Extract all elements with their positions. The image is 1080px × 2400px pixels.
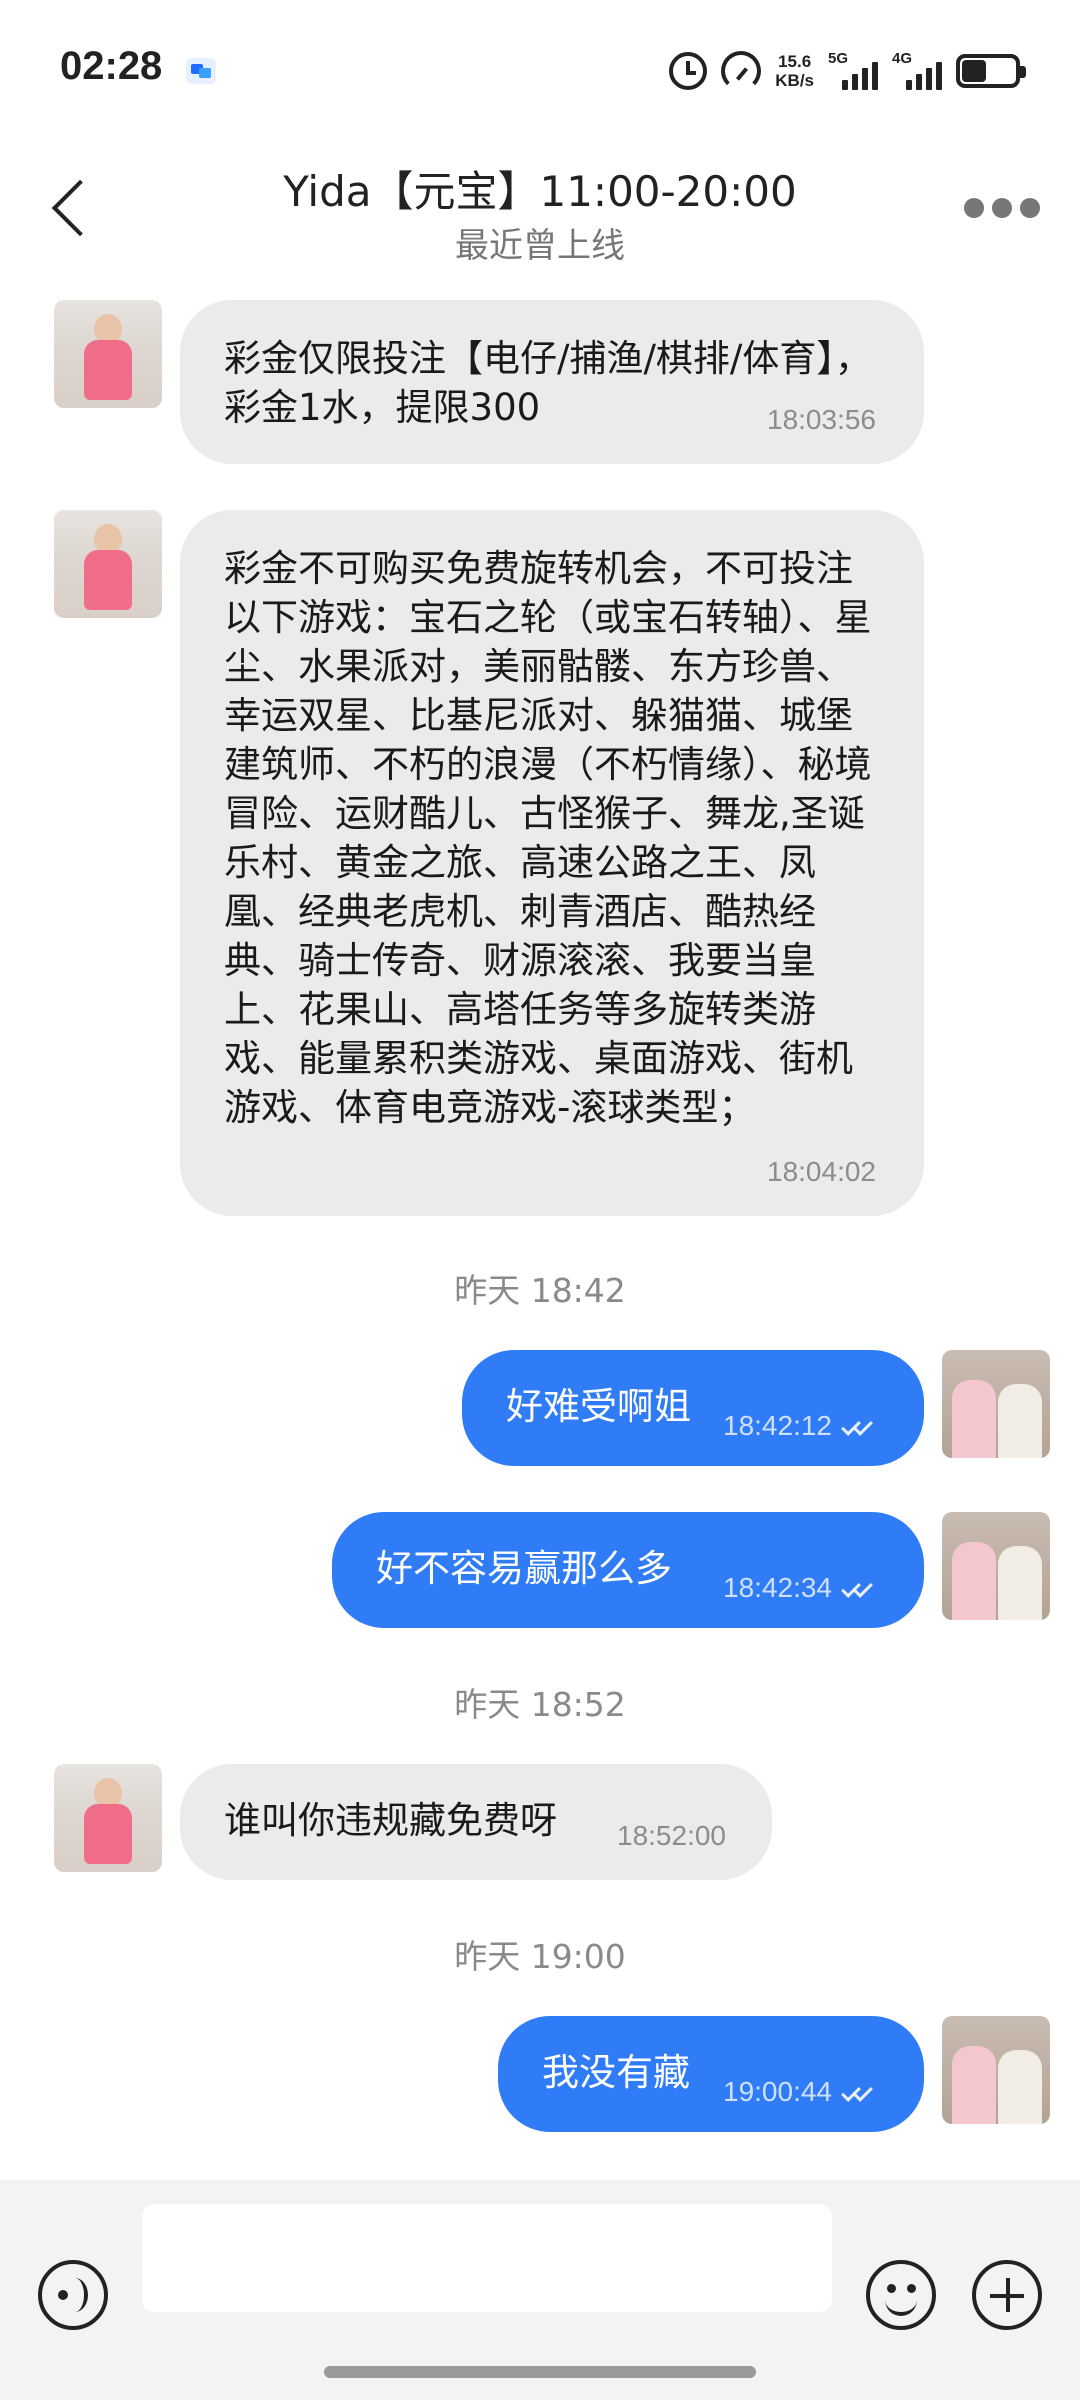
read-receipt-icon — [840, 1415, 878, 1437]
message-time: 19:00:44 — [723, 2076, 832, 2107]
outgoing-message-bubble[interactable]: 好不容易赢那么多 18:42:34 — [332, 1512, 924, 1628]
incoming-message-bubble[interactable]: 彩金仅限投注【电仔/捕渔/棋排/体育】，彩金1水，提限300 18:03:56 — [180, 300, 924, 464]
read-receipt-icon — [840, 1577, 878, 1599]
more-options-icon[interactable] — [964, 198, 1040, 220]
my-avatar[interactable] — [942, 2016, 1050, 2124]
app-notification-icon — [186, 58, 216, 84]
contact-avatar[interactable] — [54, 300, 162, 408]
battery-icon — [956, 54, 1026, 88]
message-timestamp: 18:42:34 — [723, 1563, 878, 1612]
date-separator: 昨天 18:42 — [454, 1271, 626, 1310]
status-time: 02:28 — [60, 44, 163, 88]
message-timestamp: 18:52:00 — [617, 1820, 726, 1851]
contact-avatar[interactable] — [54, 510, 162, 618]
message-time: 18:42:34 — [723, 1572, 832, 1603]
signal-4g-icon: 4G — [892, 50, 942, 90]
add-attachment-icon[interactable] — [972, 2260, 1042, 2330]
status-bar: 02:28 15.6 KB/s 5G 4G — [0, 0, 1080, 140]
date-separator: 昨天 18:52 — [454, 1685, 626, 1724]
message-text: 彩金不可购买免费旋转机会，不可投注以下游戏：宝石之轮（或宝石转轴）、星尘、水果派… — [224, 547, 872, 1129]
signal-5g-icon: 5G — [828, 50, 878, 90]
speedometer-icon — [721, 51, 762, 91]
last-seen-status: 最近曾上线 — [455, 226, 625, 266]
network-speed: 15.6 KB/s — [775, 52, 814, 90]
incoming-message-bubble[interactable]: 彩金不可购买免费旋转机会，不可投注以下游戏：宝石之轮（或宝石转轴）、星尘、水果派… — [180, 510, 924, 1216]
status-icons: 15.6 KB/s 5G 4G — [669, 46, 1026, 96]
my-avatar[interactable] — [942, 1350, 1050, 1458]
message-input[interactable] — [142, 2204, 832, 2312]
message-timestamp: 18:03:56 — [767, 404, 876, 435]
chat-header: Yida【元宝】11:00-20:00 最近曾上线 — [0, 140, 1080, 290]
read-receipt-icon — [840, 2081, 878, 2103]
message-timestamp: 18:42:12 — [723, 1401, 878, 1450]
home-indicator[interactable] — [324, 2366, 756, 2378]
incoming-message-bubble[interactable]: 谁叫你违规藏免费呀 18:52:00 — [180, 1764, 772, 1880]
my-avatar[interactable] — [942, 1512, 1050, 1620]
outgoing-message-bubble[interactable]: 我没有藏 19:00:44 — [498, 2016, 924, 2132]
signal-5g-label: 5G — [828, 50, 849, 67]
message-timestamp: 18:04:02 — [767, 1156, 876, 1187]
signal-4g-label: 4G — [892, 50, 913, 67]
message-time: 18:42:12 — [723, 1410, 832, 1441]
alarm-icon — [669, 52, 708, 90]
outgoing-message-bubble[interactable]: 好难受啊姐 18:42:12 — [462, 1350, 924, 1466]
network-speed-value: 15.6 — [778, 52, 812, 71]
contact-avatar[interactable] — [54, 1764, 162, 1872]
voice-input-icon[interactable] — [38, 2260, 108, 2330]
message-timestamp: 19:00:44 — [723, 2067, 878, 2116]
emoji-icon[interactable] — [866, 2260, 936, 2330]
chat-title: Yida【元宝】11:00-20:00 — [283, 167, 797, 216]
network-speed-unit: KB/s — [775, 71, 814, 90]
date-separator: 昨天 19:00 — [454, 1937, 626, 1976]
